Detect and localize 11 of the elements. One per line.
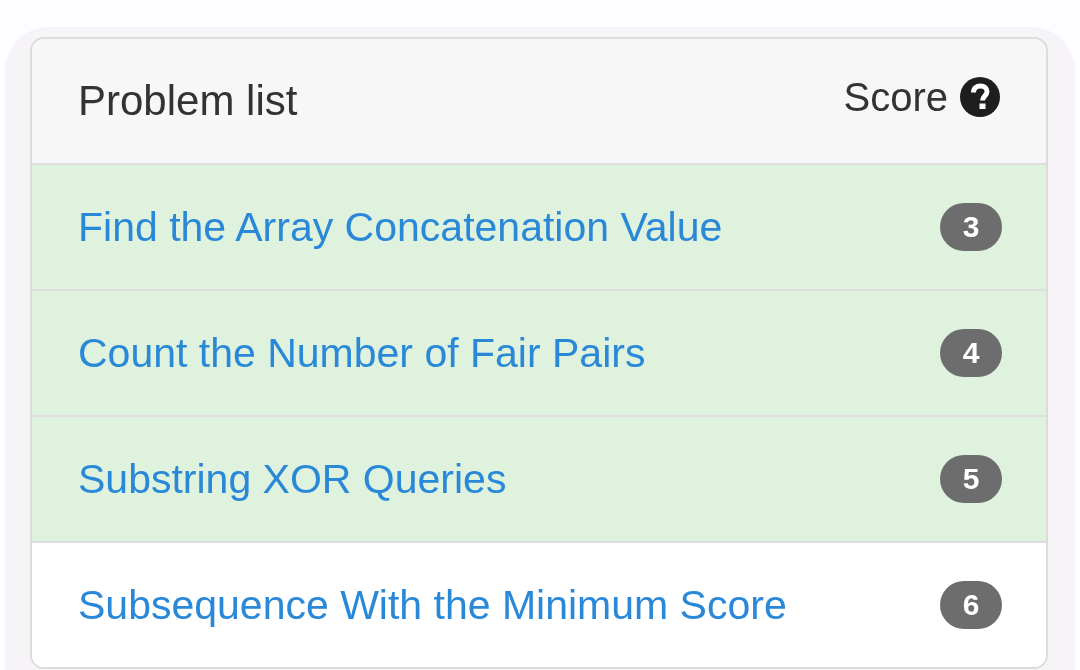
problem-link[interactable]: Count the Number of Fair Pairs — [78, 329, 646, 377]
help-icon[interactable] — [960, 77, 1000, 117]
score-badge: 6 — [940, 581, 1002, 629]
list-title: Problem list — [78, 77, 298, 125]
score-heading: Score — [843, 74, 948, 120]
score-badge: 3 — [940, 203, 1002, 251]
problem-link[interactable]: Find the Array Concatenation Value — [78, 203, 723, 251]
score-badge: 5 — [940, 455, 1002, 503]
problem-link[interactable]: Substring XOR Queries — [78, 455, 507, 503]
problem-link[interactable]: Subsequence With the Minimum Score — [78, 581, 787, 629]
score-badge: 4 — [940, 329, 1002, 377]
